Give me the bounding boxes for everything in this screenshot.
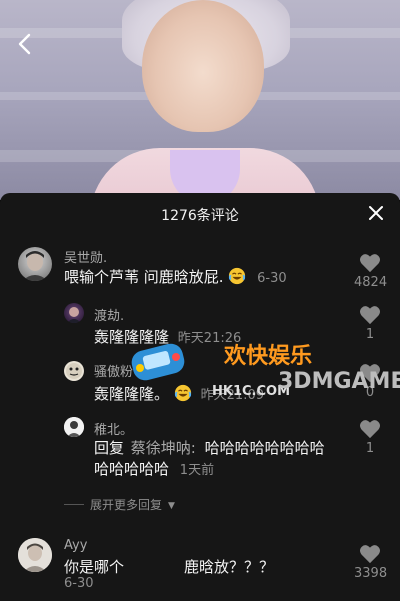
- like-count: 0: [365, 385, 375, 400]
- comment-text: 你是哪个 鹿晗放？？？: [64, 556, 274, 578]
- user-portrait-icon: [18, 538, 52, 572]
- like-button[interactable]: 1: [354, 419, 386, 456]
- comment-count-title: 1276条评论: [161, 208, 239, 224]
- avatar[interactable]: [18, 538, 52, 572]
- comment-body-tail: 鹿晗放: [184, 558, 230, 576]
- reply-username[interactable]: 骚傲粉: [94, 361, 133, 380]
- comment-body: 你是哪个: [64, 558, 125, 576]
- reply-text-line1: 回复 蔡徐坤呐: 哈哈哈哈哈哈哈哈: [94, 437, 325, 459]
- heart-icon: [360, 254, 380, 273]
- laughing-crying-emoji-icon: [174, 384, 191, 402]
- reply-item: 渡劫. 轰隆隆隆隆 昨天21:26 1: [0, 301, 400, 351]
- like-count: 1: [365, 441, 375, 456]
- reply-body-line1: 哈哈哈哈哈哈哈哈: [204, 439, 325, 457]
- comment-time: 6-30: [257, 271, 287, 286]
- reply-username[interactable]: 稚北。: [94, 419, 133, 438]
- back-arrow-icon[interactable]: [14, 32, 38, 56]
- performer-face: [142, 0, 264, 132]
- reply-username[interactable]: 渡劫.: [94, 305, 124, 324]
- reply-item: 骚傲粉 轰隆隆隆。 昨天21:09 0: [0, 357, 400, 407]
- comment-body-end: ？？？: [229, 558, 275, 576]
- heart-icon: [360, 420, 380, 439]
- like-button[interactable]: 0: [354, 363, 386, 400]
- reply-body: 轰隆隆隆隆: [94, 328, 170, 346]
- heart-icon: [360, 545, 380, 564]
- meme-face-icon: [66, 363, 82, 379]
- comments-sheet: 1276条评论 吴世勋. 喂输个芦苇 问鹿晗放屁. 6-30 4824 渡劫. …: [0, 193, 400, 601]
- comment-time: 6-30: [64, 576, 94, 591]
- like-count: 4824: [354, 275, 388, 290]
- comment-item: 吴世勋. 喂输个芦苇 问鹿晗放屁. 6-30 4824: [0, 243, 400, 293]
- reply-prefix: 回复: [94, 439, 125, 457]
- reply-item: 稚北。 回复 蔡徐坤呐: 哈哈哈哈哈哈哈哈 哈哈哈哈哈 1天前 1: [0, 415, 400, 487]
- sheet-header: 1276条评论: [0, 193, 400, 233]
- avatar[interactable]: [64, 361, 84, 381]
- user-portrait-icon: [67, 307, 81, 323]
- reply-time: 1天前: [179, 463, 215, 478]
- comment-username[interactable]: 吴世勋.: [64, 247, 107, 266]
- reply-target-user[interactable]: 蔡徐坤呐:: [131, 439, 196, 457]
- close-icon[interactable]: [368, 205, 384, 221]
- user-portrait-icon: [64, 417, 84, 437]
- comment-body: 喂输个芦苇 问鹿晗放屁.: [64, 268, 224, 286]
- like-button[interactable]: 3398: [354, 544, 388, 581]
- avatar[interactable]: [64, 417, 84, 437]
- laughing-crying-emoji-icon: [229, 267, 246, 285]
- comment-text: 喂输个芦苇 问鹿晗放屁. 6-30: [64, 266, 287, 290]
- reply-body: 轰隆隆隆。: [94, 385, 170, 403]
- reply-text: 轰隆隆隆隆 昨天21:26: [94, 326, 241, 350]
- reply-text-line2: 哈哈哈哈哈 1天前: [94, 458, 214, 482]
- like-button[interactable]: 1: [354, 305, 386, 342]
- user-portrait-icon: [22, 251, 48, 281]
- avatar[interactable]: [18, 247, 52, 281]
- expand-more-replies-button[interactable]: 展开更多回复 ▼: [64, 496, 175, 513]
- reply-text: 轰隆隆隆。 昨天21:09: [94, 383, 264, 407]
- comment-username[interactable]: Ayy: [64, 538, 87, 553]
- divider: [64, 504, 84, 505]
- expand-label: 展开更多回复: [90, 498, 163, 512]
- reply-body-line2: 哈哈哈哈哈: [94, 460, 170, 478]
- reply-time: 昨天21:26: [177, 331, 242, 346]
- reply-time: 昨天21:09: [200, 388, 265, 403]
- like-count: 1: [365, 327, 375, 342]
- like-count: 3398: [354, 566, 388, 581]
- like-button[interactable]: 4824: [354, 253, 388, 290]
- comment-item: Ayy 你是哪个 鹿晗放？？？ 6-30 3398: [0, 538, 400, 598]
- chevron-down-icon: ▼: [168, 501, 175, 511]
- heart-icon: [360, 306, 380, 325]
- heart-icon: [360, 364, 380, 383]
- video-frame[interactable]: [0, 0, 400, 200]
- avatar[interactable]: [64, 303, 84, 323]
